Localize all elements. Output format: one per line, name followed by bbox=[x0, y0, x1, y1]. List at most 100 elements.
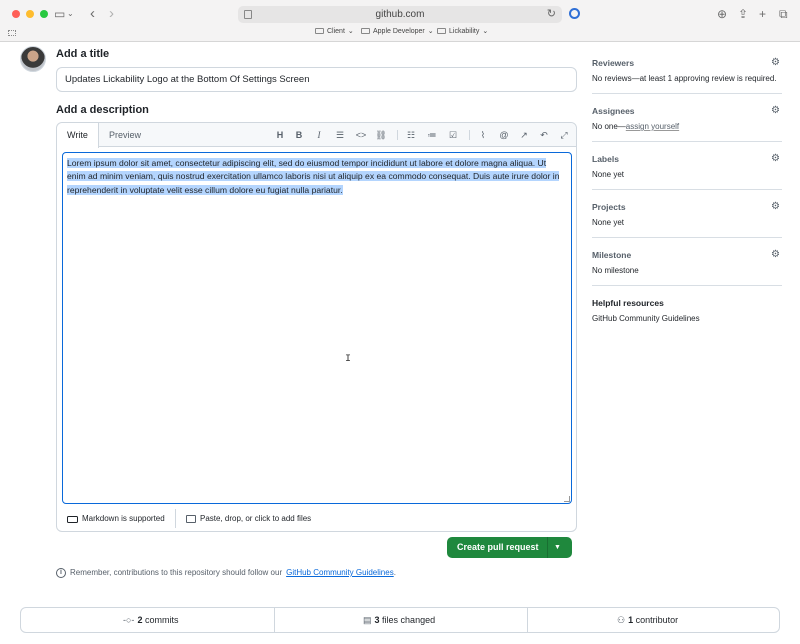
reference-icon[interactable]: ↗ bbox=[517, 128, 531, 142]
link-icon[interactable]: ⛓ bbox=[374, 128, 388, 142]
contributors-label: contributor bbox=[635, 615, 679, 625]
toolbar-divider bbox=[397, 130, 398, 140]
pr-summary-bar: -○- 2 commits ▤ 3 files changed ⚇ 1 contrib… bbox=[20, 607, 780, 633]
markdown-supported-link[interactable]: Markdown is supported bbox=[67, 512, 165, 526]
description-text: Lorem ipsum dolor sit amet, consectetur … bbox=[67, 157, 567, 197]
new-tab-icon[interactable]: + bbox=[759, 6, 766, 22]
forward-icon[interactable]: › bbox=[109, 6, 114, 22]
selected-text: Lorem ipsum dolor sit amet, consectetur … bbox=[67, 158, 560, 195]
milestone-section: Milestone ⚙ No milestone bbox=[592, 249, 782, 286]
fullscreen-icon[interactable]: ⤢ bbox=[557, 128, 571, 142]
bookmark-label: Client bbox=[327, 27, 345, 35]
create-pull-request-button[interactable]: Create pull request ▼ bbox=[447, 537, 572, 558]
labels-section: Labels ⚙ None yet bbox=[592, 153, 782, 190]
task-list-icon[interactable]: ☑ bbox=[446, 128, 460, 142]
download-icon[interactable]: ⊕ bbox=[717, 6, 727, 22]
ordered-list-icon[interactable]: ☷ bbox=[404, 128, 418, 142]
community-guidelines-link[interactable]: GitHub Community Guidelines bbox=[592, 314, 700, 323]
sidebar-icon[interactable]: ▭ bbox=[54, 6, 65, 22]
assignees-value: No one—assign yourself bbox=[592, 122, 679, 131]
create-button-label: Create pull request bbox=[457, 542, 539, 552]
zoom-window-button[interactable] bbox=[40, 10, 48, 18]
commits-tab[interactable]: -○- 2 commits bbox=[123, 608, 178, 632]
files-label: files changed bbox=[382, 615, 436, 625]
minimize-window-button[interactable] bbox=[26, 10, 34, 18]
bookmarks-grid-icon[interactable] bbox=[8, 30, 16, 36]
labels-heading: Labels bbox=[592, 154, 619, 164]
mention-icon[interactable]: @ bbox=[497, 128, 511, 142]
resources-heading: Helpful resources bbox=[592, 298, 664, 308]
attach-note: Paste, drop, or click to add files bbox=[200, 514, 312, 523]
toolbar-divider bbox=[469, 130, 470, 140]
tabs-icon[interactable]: ⧉ bbox=[779, 6, 788, 22]
contribution-notice: i Remember, contributions to this reposi… bbox=[56, 567, 396, 579]
unordered-list-icon[interactable]: ≔ bbox=[425, 128, 439, 142]
summary-divider bbox=[274, 608, 275, 632]
reviewers-section: Reviewers ⚙ No reviews—at least 1 approv… bbox=[592, 57, 782, 94]
description-heading: Add a description bbox=[56, 104, 149, 116]
info-icon: i bbox=[56, 568, 66, 578]
back-icon[interactable]: ‹ bbox=[90, 6, 95, 22]
page-icon bbox=[244, 10, 252, 19]
files-changed-tab[interactable]: ▤ 3 files changed bbox=[363, 608, 435, 632]
bookmark-label: Lickability bbox=[449, 27, 480, 35]
assign-yourself-link[interactable]: assign yourself bbox=[626, 122, 679, 131]
image-icon bbox=[186, 515, 196, 523]
url-text: github.com bbox=[375, 9, 425, 20]
bookmark-lickability[interactable]: Lickability ⌄ bbox=[437, 27, 488, 35]
bookmark-client[interactable]: Client ⌄ bbox=[315, 27, 354, 35]
address-bar[interactable]: github.com ↻ bbox=[238, 6, 562, 23]
reload-icon[interactable]: ↻ bbox=[547, 6, 556, 23]
chevron-down-icon: ⌄ bbox=[427, 28, 434, 35]
guidelines-link[interactable]: GitHub Community Guidelines bbox=[286, 567, 394, 579]
title-heading: Add a title bbox=[56, 48, 110, 60]
files-count: 3 bbox=[374, 615, 380, 625]
chevron-down-icon: ⌄ bbox=[347, 28, 354, 35]
notice-text: Remember, contributions to this reposito… bbox=[70, 568, 283, 577]
attach-icon[interactable]: ⌇ bbox=[476, 128, 490, 142]
commits-label: commits bbox=[144, 615, 179, 625]
folder-icon bbox=[315, 28, 324, 34]
attach-files-button[interactable]: Paste, drop, or click to add files bbox=[186, 512, 311, 526]
contributors-tab[interactable]: ⚇ 1 contributor bbox=[617, 608, 678, 632]
folder-icon bbox=[361, 28, 370, 34]
heading-icon[interactable]: H bbox=[273, 128, 287, 142]
commits-count: 2 bbox=[137, 615, 143, 625]
footer-divider bbox=[175, 509, 176, 528]
title-input[interactable]: Updates Lickability Logo at the Bottom O… bbox=[56, 67, 577, 92]
close-window-button[interactable] bbox=[12, 10, 20, 18]
quote-icon[interactable]: ☰ bbox=[333, 128, 347, 142]
code-icon[interactable]: <> bbox=[354, 128, 368, 142]
gear-icon[interactable]: ⚙ bbox=[771, 201, 780, 212]
caret-down-icon[interactable]: ▼ bbox=[554, 537, 561, 558]
reviewers-value: No reviews—at least 1 approving review i… bbox=[592, 74, 777, 83]
gear-icon[interactable]: ⚙ bbox=[771, 153, 780, 164]
avatar[interactable] bbox=[20, 46, 46, 72]
italic-icon[interactable]: I bbox=[312, 128, 326, 142]
browser-toolbar: ▭ ⌄ ‹ › github.com ↻ ⊕ ⇪ + ⧉ Client ⌄ Ap… bbox=[0, 0, 800, 42]
gear-icon[interactable]: ⚙ bbox=[771, 57, 780, 68]
bookmark-label: Apple Developer bbox=[373, 27, 425, 35]
bold-icon[interactable]: B bbox=[292, 128, 306, 142]
resize-handle[interactable] bbox=[564, 496, 570, 502]
projects-value: None yet bbox=[592, 218, 625, 227]
chevron-down-icon[interactable]: ⌄ bbox=[67, 6, 74, 22]
bookmark-apple-developer[interactable]: Apple Developer ⌄ bbox=[361, 27, 434, 35]
folder-icon bbox=[437, 28, 446, 34]
undo-icon[interactable]: ↶ bbox=[537, 128, 551, 142]
description-textarea[interactable]: Lorem ipsum dolor sit amet, consectetur … bbox=[62, 152, 572, 504]
gear-icon[interactable]: ⚙ bbox=[771, 249, 780, 260]
tab-write[interactable]: Write bbox=[57, 123, 99, 148]
projects-heading: Projects bbox=[592, 202, 626, 212]
gear-icon[interactable]: ⚙ bbox=[771, 105, 780, 116]
extension-icon[interactable] bbox=[569, 8, 580, 19]
file-diff-icon: ▤ bbox=[363, 615, 372, 625]
summary-divider bbox=[527, 608, 528, 632]
milestone-value: No milestone bbox=[592, 266, 639, 275]
tab-preview[interactable]: Preview bbox=[99, 123, 151, 148]
bookmarks-bar: Client ⌄ Apple Developer ⌄ Lickability ⌄ bbox=[0, 27, 800, 39]
projects-section: Projects ⚙ None yet bbox=[592, 201, 782, 238]
people-icon: ⚇ bbox=[617, 615, 626, 625]
share-icon[interactable]: ⇪ bbox=[738, 6, 748, 22]
markdown-icon bbox=[67, 515, 78, 523]
